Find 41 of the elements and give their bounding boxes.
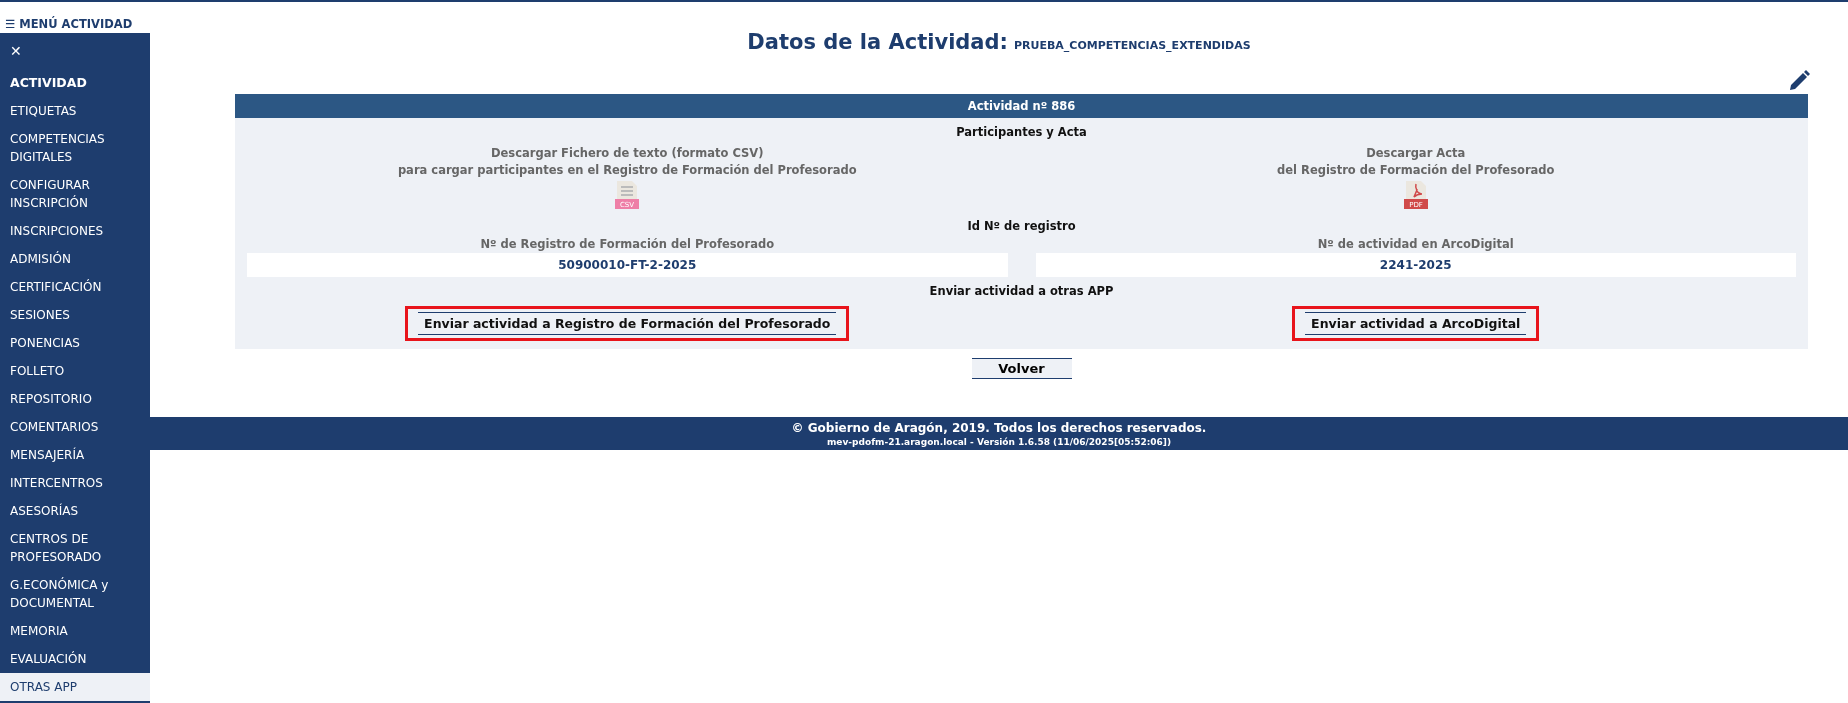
- sidebar-item[interactable]: MENSAJERÍA: [0, 441, 150, 469]
- sidebar-item[interactable]: SESIONES: [0, 301, 150, 329]
- send-button[interactable]: Enviar actividad a Registro de Formación del Profesorado: [418, 312, 837, 335]
- download-link[interactable]: Descargar Fichero de texto (formato CSV) para cargar participantes en el Registro de Formación del Profesorado: [397, 141, 857, 179]
- download-link[interactable]: Descargar Acta del Registro de Formación del Profesorado: [1277, 141, 1555, 179]
- page-title: Datos de la Actividad:: [747, 30, 1008, 54]
- menu-icon[interactable]: ☰: [5, 17, 16, 31]
- send-button[interactable]: Enviar actividad a ArcoDigital: [1305, 312, 1527, 335]
- sidebar-item[interactable]: INTERCENTROS: [0, 469, 150, 497]
- section-title: Id Nº de registro: [966, 218, 1077, 235]
- sidebar-item[interactable]: G.ECONÓMICA y DOCUMENTAL: [0, 571, 150, 617]
- registry-field[interactable]: 50900010-FT-2-2025: [247, 253, 1008, 277]
- registry-field[interactable]: 2241-2025: [1035, 253, 1796, 277]
- sidebar-item[interactable]: CERTIFICACIÓN: [0, 273, 150, 301]
- sidebar-item[interactable]: CENTROS DE PROFESORADO: [0, 525, 150, 571]
- close-button[interactable]: ✕: [0, 33, 32, 69]
- sidebar-item[interactable]: ASESORÍAS: [0, 497, 150, 525]
- copyright-text: © Gobierno de Aragón, 2019. Todos los derechos reservados.: [790, 421, 1208, 435]
- sidebar-item[interactable]: PONENCIAS: [0, 329, 150, 357]
- field-label: Nº de actividad en ArcoDigital: [1317, 236, 1514, 253]
- sidebar-item[interactable]: EVALUACIÓN: [0, 645, 150, 673]
- version-text: mev-pdofm-21.aragon.local - Versión 1.6.58 (11/06/2025[05:52:06]): [826, 437, 1172, 447]
- section-title: Participantes y Acta: [955, 124, 1088, 141]
- sidebar-item[interactable]: REPOSITORIO: [0, 385, 150, 413]
- field-label: Nº de Registro de Formación del Profesorado: [480, 236, 775, 253]
- panel-header: Actividad nº 886: [235, 94, 1808, 118]
- sidebar-item[interactable]: ETIQUETAS: [0, 97, 150, 125]
- back-button[interactable]: Volver: [971, 358, 1072, 379]
- sidebar-item[interactable]: FOLLETO: [0, 357, 150, 385]
- sidebar-item[interactable]: ACTIVIDAD: [0, 69, 150, 97]
- activity-name: PRUEBA_COMPETENCIAS_EXTENDIDAS: [1013, 39, 1251, 52]
- sidebar-item[interactable]: COMENTARIOS: [0, 413, 150, 441]
- menu-title: MENÚ ACTIVIDAD: [19, 17, 133, 31]
- edit-icon[interactable]: [1788, 70, 1810, 92]
- section-title: Enviar actividad a otras APP: [928, 283, 1115, 300]
- sidebar-item[interactable]: OTRAS APP: [0, 673, 150, 701]
- sidebar-item[interactable]: CONFIGURAR INSCRIPCIÓN: [0, 171, 150, 217]
- sidebar-item[interactable]: COMPETENCIAS DIGITALES: [0, 125, 150, 171]
- sidebar-item[interactable]: ADMISIÓN: [0, 245, 150, 273]
- sidebar-item[interactable]: MEMORIA: [0, 617, 150, 645]
- sidebar-item[interactable]: INSCRIPCIONES: [0, 217, 150, 245]
